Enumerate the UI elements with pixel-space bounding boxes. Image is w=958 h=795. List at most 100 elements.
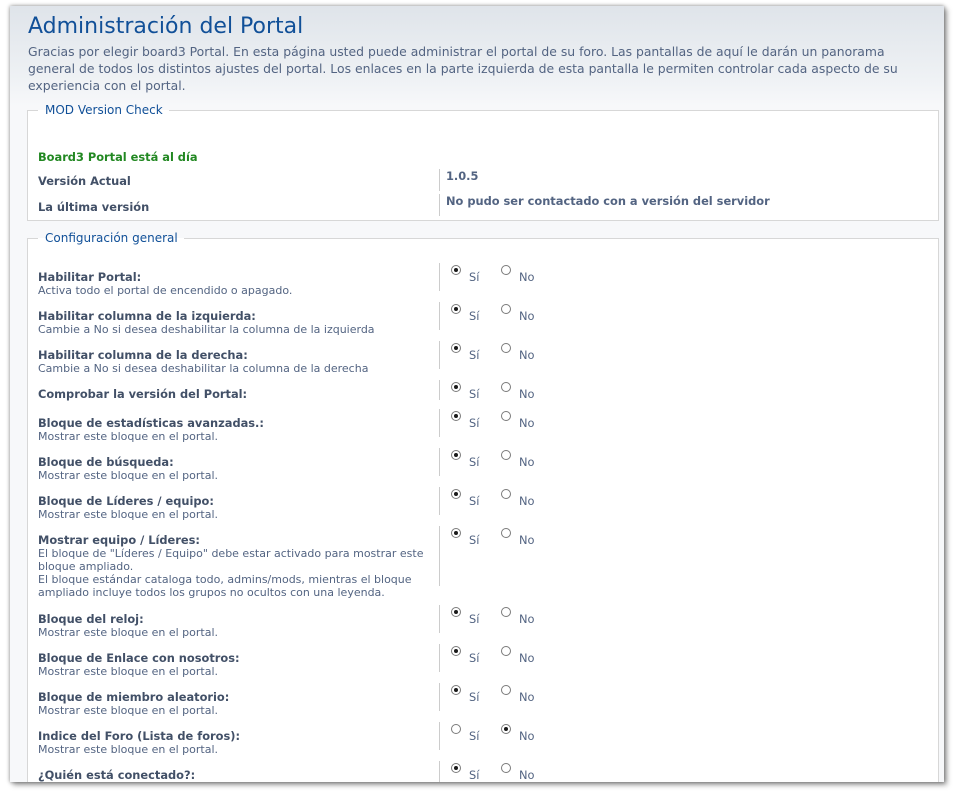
radio-button[interactable] [451, 450, 461, 460]
setting-explain: Mostrar este bloque en el portal. [38, 743, 219, 756]
setting-options: Sí No [439, 409, 560, 437]
radio-button[interactable] [501, 411, 511, 421]
setting-label: Bloque de estadísticas avanzadas.: Mostra… [38, 416, 438, 444]
setting-explain: Cambie a No si desea deshabilitar la col… [38, 362, 369, 375]
setting-explain: Mostrar este bloque en el portal. [38, 626, 219, 639]
radio-button[interactable] [451, 489, 461, 499]
radio-button[interactable] [501, 763, 511, 773]
version-check-fieldset: MOD Version Check Board3 Portal está al … [27, 103, 939, 221]
setting-label: Bloque de Líderes / equipo: Mostrar este … [38, 494, 438, 522]
option-label: Sí [469, 690, 480, 704]
radio-button[interactable] [501, 304, 511, 314]
setting-title: Bloque de Enlace con nosotros: [38, 651, 240, 665]
latest-version-row: La última versión No pudo ser contactado… [28, 194, 938, 216]
setting-title: Bloque de Líderes / equipo: [38, 494, 214, 508]
radio-button[interactable] [451, 265, 461, 275]
radio-button[interactable] [451, 607, 461, 617]
setting-title: Bloque de estadísticas avanzadas.: [38, 416, 264, 430]
option-label: Sí [469, 729, 480, 743]
radio-button[interactable] [501, 646, 511, 656]
radio-button[interactable] [501, 382, 511, 392]
setting-label: Mostrar equipo / Líderes: El bloque de "L… [38, 533, 438, 600]
setting-title: Indice del Foro (Lista de foros): [38, 729, 241, 743]
setting-label: Comprobar la versión del Portal: [38, 388, 438, 401]
radio-button[interactable] [451, 304, 461, 314]
intro-text: Gracias por elegir board3 Portal. En est… [28, 44, 898, 93]
admin-panel: Administración del Portal Gracias por el… [10, 6, 944, 782]
radio-button[interactable] [501, 528, 511, 538]
setting-explain: Mostrar este bloque en el portal. [38, 665, 219, 678]
current-version-row: Versión Actual 1.0.5 [28, 169, 938, 191]
setting-explain: Mostrar este bloque en el portal. [38, 469, 219, 482]
setting-options: Sí No [439, 526, 560, 586]
option-label: No [519, 533, 535, 547]
setting-title: Bloque de búsqueda: [38, 455, 174, 469]
setting-title: Bloque de miembro aleatorio: [38, 690, 230, 704]
option-label: No [519, 612, 535, 626]
option-label: No [519, 494, 535, 508]
radio-button[interactable] [501, 724, 511, 734]
radio-button[interactable] [501, 489, 511, 499]
setting-explain: Activa todo el portal de encendido o apa… [38, 284, 293, 297]
radio-button[interactable] [451, 685, 461, 695]
radio-button[interactable] [451, 528, 461, 538]
setting-title: Bloque del reloj: [38, 612, 144, 626]
setting-options: Sí No [439, 263, 560, 291]
option-label: No [519, 416, 535, 430]
option-label: Sí [469, 494, 480, 508]
setting-title: Habilitar columna de la derecha: [38, 348, 248, 362]
setting-options: Sí No [439, 448, 560, 476]
radio-button[interactable] [501, 265, 511, 275]
radio-button[interactable] [451, 382, 461, 392]
option-label: No [519, 651, 535, 665]
version-check-legend: MOD Version Check [45, 103, 163, 117]
radio-button[interactable] [451, 724, 461, 734]
general-config-fieldset: Configuración general Habilitar Portal: A… [27, 231, 939, 782]
setting-label: Indice del Foro (Lista de foros): Mostrar… [38, 729, 438, 757]
setting-options: Sí No [439, 487, 560, 515]
setting-title: Mostrar equipo / Líderes: [38, 533, 200, 547]
setting-title: ¿Quién está conectado?: [38, 768, 196, 782]
radio-button[interactable] [501, 607, 511, 617]
version-status: Board3 Portal está al día [38, 150, 198, 164]
setting-title: Habilitar columna de la izquierda: [38, 309, 256, 323]
radio-button[interactable] [501, 685, 511, 695]
option-label: No [519, 309, 535, 323]
option-label: Sí [469, 387, 480, 401]
option-label: Sí [469, 455, 480, 469]
option-label: No [519, 768, 535, 782]
current-version-value: 1.0.5 [439, 169, 478, 191]
option-label: Sí [469, 309, 480, 323]
radio-button[interactable] [451, 763, 461, 773]
option-label: Sí [469, 768, 480, 782]
setting-options: Sí No [439, 380, 560, 401]
setting-options: Sí No [439, 605, 560, 633]
radio-button[interactable] [451, 646, 461, 656]
setting-title: Habilitar Portal: [38, 270, 142, 284]
latest-version-label: La última versión [38, 200, 150, 214]
general-config-legend: Configuración general [45, 231, 178, 245]
setting-label: Bloque de miembro aleatorio: Mostrar este… [38, 690, 438, 718]
option-label: No [519, 690, 535, 704]
option-label: Sí [469, 348, 480, 362]
radio-button[interactable] [451, 411, 461, 421]
setting-explain: Mostrar este bloque en el portal. [38, 508, 219, 521]
radio-button[interactable] [501, 343, 511, 353]
option-label: Sí [469, 270, 480, 284]
setting-explain: Mostrar este bloque en el portal. [38, 704, 219, 717]
setting-label: Habilitar columna de la izquierda: Cambie… [38, 309, 438, 337]
setting-label: Habilitar Portal: Activa todo el portal d… [38, 270, 438, 298]
radio-button[interactable] [501, 450, 511, 460]
option-label: Sí [469, 651, 480, 665]
setting-label: Bloque de Enlace con nosotros: Mostrar es… [38, 651, 438, 679]
setting-explain: El bloque de "Líderes / Equipo" debe est… [38, 547, 424, 599]
page-title: Administración del Portal [28, 14, 304, 39]
option-label: No [519, 455, 535, 469]
option-label: No [519, 729, 535, 743]
setting-label: Habilitar columna de la derecha: Cambie a… [38, 348, 438, 376]
radio-button[interactable] [451, 343, 461, 353]
option-label: No [519, 348, 535, 362]
setting-options: Sí No [439, 683, 560, 711]
setting-explain: Cambie a No si desea deshabilitar la col… [38, 323, 375, 336]
setting-options: Sí No [439, 722, 560, 750]
